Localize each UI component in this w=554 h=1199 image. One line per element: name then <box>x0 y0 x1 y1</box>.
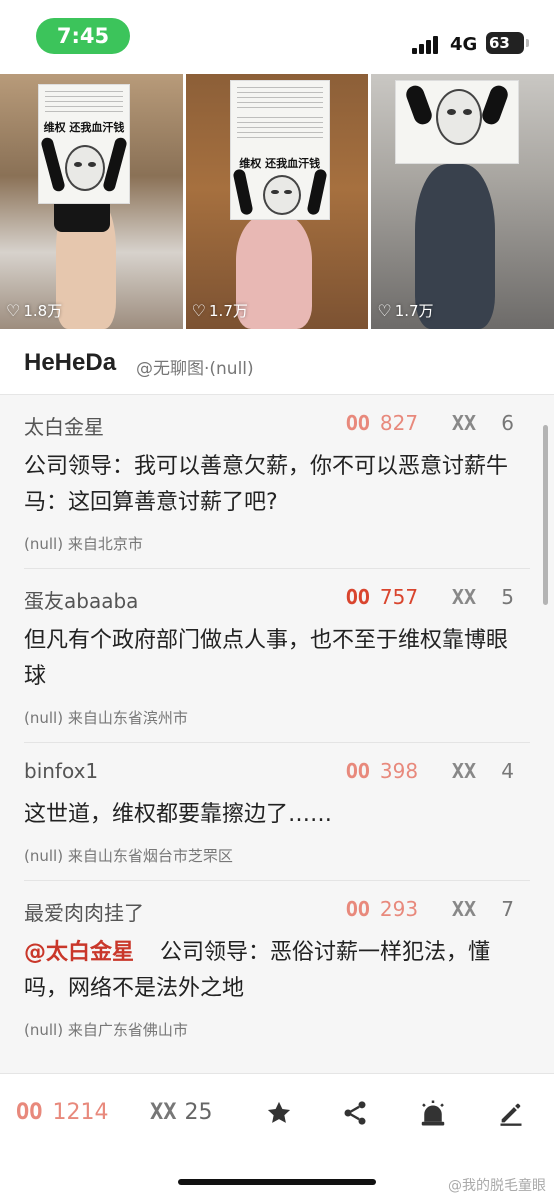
upvote-count: 293 <box>379 897 419 921</box>
comment-votes: OO 757 XX 5 <box>346 585 514 609</box>
comment-location: (null) 来自北京市 <box>24 535 143 553</box>
comment-location: (null) 来自广东省佛山市 <box>24 1021 188 1039</box>
comment-item: binfox1 OO 398 XX 4 这世道，维权都要靠擦边了…… (null… <box>24 759 530 881</box>
downvote-button[interactable]: XX <box>452 411 476 435</box>
upvote-button[interactable]: OO <box>346 411 370 435</box>
comment-location: (null) 来自山东省滨州市 <box>24 709 188 727</box>
comment-text: 这世道，维权都要靠擦边了…… <box>24 802 333 827</box>
thumbnail-2[interactable]: 维权 还我血汗钱 ♡ 1.7万 <box>185 74 369 329</box>
upvote-count: 757 <box>379 585 419 609</box>
comment-username[interactable]: 太白金星 <box>24 411 104 440</box>
share-icon[interactable] <box>338 1096 372 1130</box>
upvote-button[interactable]: OO <box>346 585 370 609</box>
downvote-button[interactable]: XX <box>452 759 476 783</box>
thumbnail-3[interactable]: ♡ 1.7万 <box>371 74 554 329</box>
watermark: @我的脱毛童眼 <box>448 1178 546 1194</box>
upvote-count: 398 <box>379 759 419 783</box>
downvote-count: 4 <box>501 759 514 783</box>
status-bar: 7:45 4G 63 <box>0 0 554 74</box>
post-upvote-count: 1214 <box>52 1100 109 1125</box>
comment-username[interactable]: 蛋友abaaba <box>24 585 138 614</box>
comment-text: 但凡有个政府部门做点人事，也不至于维权靠博眼球 <box>24 628 509 689</box>
downvote-button[interactable]: XX <box>452 897 476 921</box>
upvote-button[interactable]: OO <box>346 759 370 783</box>
upvote-label: OO <box>16 1100 43 1125</box>
post-downvote-count: 25 <box>184 1100 213 1125</box>
battery-icon: 63 <box>486 32 529 54</box>
meme-face-icon <box>436 89 483 145</box>
protest-sign: 维权 还我血汗钱 <box>229 80 330 220</box>
meme-face-icon <box>65 145 105 191</box>
author-subtitle: @无聊图·(null) <box>136 359 254 379</box>
signal-icon <box>412 36 442 54</box>
thumbnail-likes: ♡ 1.8万 <box>6 301 63 320</box>
comment-item: 蛋友abaaba OO 757 XX 5 但凡有个政府部门做点人事，也不至于维权… <box>24 585 530 743</box>
thumbnail-likes: ♡ 1.7万 <box>377 301 434 320</box>
comment-username[interactable]: binfox1 <box>24 759 98 783</box>
comment-item: 太白金星 OO 827 XX 6 公司领导：我可以善意欠薪，你不可以恶意讨薪牛马… <box>24 411 530 569</box>
downvote-count: 5 <box>501 585 514 609</box>
thumbnail-likes: ♡ 1.7万 <box>191 301 248 320</box>
comment-list[interactable]: 太白金星 OO 827 XX 6 公司领导：我可以善意欠薪，你不可以恶意讨薪牛马… <box>0 395 554 1073</box>
thumbnail-1[interactable]: 维权 还我血汗钱 ♡ 1.8万 <box>0 74 183 329</box>
post-downvote-button[interactable]: XX 25 <box>150 1100 213 1125</box>
image-thumbnail-strip: 维权 还我血汗钱 ♡ 1.8万 维权 还我血汗钱 ♡ 1.7万 ♡ 1.7万 <box>0 74 554 329</box>
status-time: 7:45 <box>36 18 130 54</box>
post-author-row[interactable]: HeHeDa @无聊图·(null) <box>0 329 554 395</box>
downvote-button[interactable]: XX <box>452 585 476 609</box>
upvote-button[interactable]: OO <box>346 897 370 921</box>
alarm-icon[interactable] <box>416 1096 450 1130</box>
star-icon[interactable] <box>262 1096 296 1130</box>
downvote-count: 7 <box>501 897 514 921</box>
home-indicator[interactable] <box>178 1179 376 1185</box>
bottom-action-bar: OO 1214 XX 25 <box>0 1073 554 1153</box>
heart-icon: ♡ <box>191 301 207 320</box>
meme-face-icon <box>262 175 301 215</box>
downvote-count: 6 <box>501 411 514 435</box>
sign-text: 维权 还我血汗钱 <box>239 157 321 170</box>
protest-sign <box>395 80 520 164</box>
downvote-label: XX <box>150 1100 177 1125</box>
author-name[interactable]: HeHeDa <box>24 349 116 377</box>
protest-sign: 维权 还我血汗钱 <box>38 84 130 204</box>
comment-votes: OO 827 XX 6 <box>346 411 514 435</box>
heart-icon: ♡ <box>377 301 392 320</box>
comment-text: 公司领导：我可以善意欠薪，你不可以恶意讨薪牛马：这回算善意讨薪了吧? <box>24 454 509 515</box>
heart-icon: ♡ <box>6 301 21 320</box>
comment-votes: OO 398 XX 4 <box>346 759 514 783</box>
edit-icon[interactable] <box>494 1096 528 1130</box>
sign-text: 维权 还我血汗钱 <box>43 121 125 134</box>
comment-text: @太白金星 公司领导：恶俗讨薪一样犯法，懂吗，网络不是法外之地 <box>24 935 530 1007</box>
comment-votes: OO 293 XX 7 <box>346 897 514 921</box>
mention-link[interactable]: @太白金星 <box>24 940 134 965</box>
network-type: 4G <box>450 34 478 55</box>
comment-location: (null) 来自山东省烟台市芝罘区 <box>24 847 233 865</box>
upvote-count: 827 <box>379 411 419 435</box>
scrollbar[interactable] <box>543 425 548 605</box>
comment-item: 最爱肉肉挂了 OO 293 XX 7 @太白金星 公司领导：恶俗讨薪一样犯法，懂吗… <box>24 897 530 1040</box>
post-upvote-button[interactable]: OO 1214 <box>16 1100 109 1125</box>
comment-username[interactable]: 最爱肉肉挂了 <box>24 897 144 926</box>
